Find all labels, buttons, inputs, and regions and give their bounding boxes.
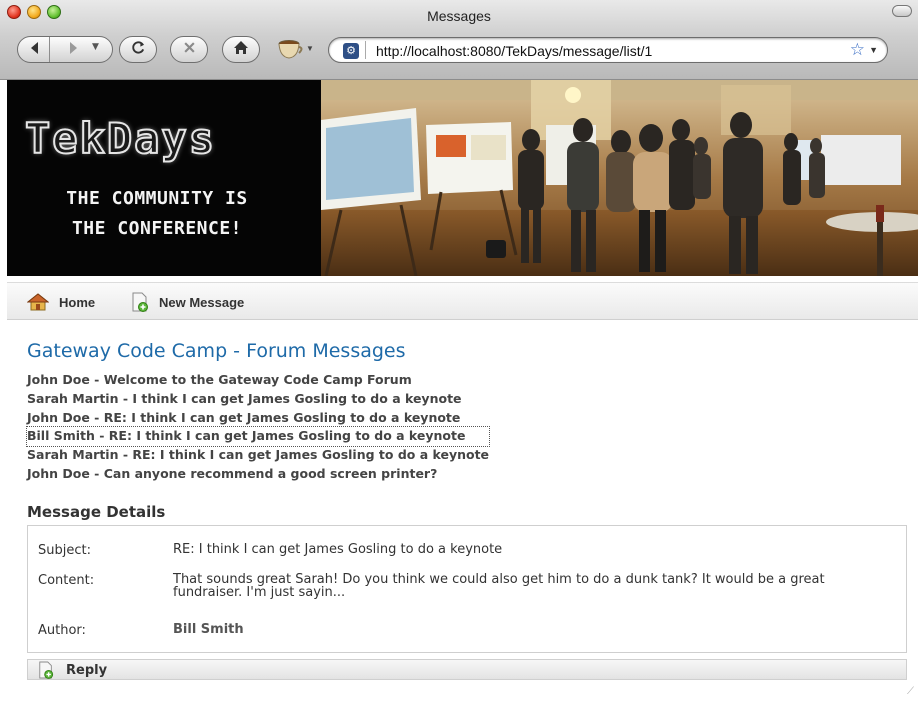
author-label: Author: <box>38 623 86 638</box>
author-value: Bill Smith <box>173 622 244 637</box>
site-logo: TekDays <box>24 113 217 164</box>
star-bookmark-icon[interactable]: ☆ <box>850 40 865 60</box>
message-link[interactable]: Sarah Martin - RE: I think I can get Jam… <box>27 446 489 465</box>
message-link-selected[interactable]: Bill Smith - RE: I think I can get James… <box>25 426 491 448</box>
stop-button[interactable] <box>170 36 208 63</box>
stop-icon <box>183 41 196 58</box>
house-icon <box>27 293 49 311</box>
button-bar: Reply <box>27 659 907 680</box>
url-text[interactable]: http://localhost:8080/TekDays/message/li… <box>376 43 652 59</box>
home-toolbar-button[interactable] <box>222 36 260 63</box>
reply-label: Reply <box>66 662 108 678</box>
message-details-panel: Subject: RE: I think I can get James Gos… <box>27 525 907 653</box>
back-forward-buttons: ▼ <box>17 36 113 63</box>
url-dropdown-icon[interactable]: ▼ <box>869 45 878 55</box>
home-icon <box>233 40 249 59</box>
message-link[interactable]: John Doe - Can anyone recommend a good s… <box>27 465 489 484</box>
window-title: Messages <box>427 8 491 24</box>
reload-button[interactable] <box>119 36 157 63</box>
page-title: Gateway Code Camp - Forum Messages <box>27 340 406 362</box>
nav-new-message-link[interactable]: New Message <box>131 292 244 312</box>
tagline-line-2: THE CONFERENCE! <box>71 218 243 239</box>
tagline-line-1: THE COMMUNITY IS <box>66 188 248 209</box>
reply-page-icon <box>39 661 54 679</box>
content-label: Content: <box>38 573 95 588</box>
content-value: That sounds great Sarah! Do you think we… <box>173 572 825 600</box>
nav-home-link[interactable]: Home <box>27 292 95 312</box>
conference-photo <box>321 80 918 276</box>
app-nav-bar: Home New Message <box>7 282 918 320</box>
subject-value: RE: I think I can get James Gosling to d… <box>173 542 503 557</box>
message-link[interactable]: John Doe - Welcome to the Gateway Code C… <box>27 371 489 390</box>
history-dropdown-icon[interactable]: ▼ <box>92 42 99 52</box>
bookmarks-cup-icon[interactable] <box>277 38 305 60</box>
subject-label: Subject: <box>38 543 91 558</box>
message-details-heading: Message Details <box>27 503 166 521</box>
browser-toolbar: Messages ▼ ▼ ⚙ http://localhost:8080/Tek… <box>0 0 918 80</box>
nav-new-message-label: New Message <box>159 294 245 310</box>
message-list: John Doe - Welcome to the Gateway Code C… <box>25 371 491 484</box>
tagline: THE COMMUNITY IS THE CONFERENCE! <box>7 184 307 244</box>
nav-home-label: Home <box>59 294 96 310</box>
resize-grip-icon[interactable]: ⟋ <box>907 686 914 697</box>
brand-panel: TekDays THE COMMUNITY IS THE CONFERENCE! <box>7 80 321 276</box>
message-link[interactable]: Sarah Martin - I think I can get James G… <box>27 390 489 409</box>
message-link[interactable]: John Doe - RE: I think I can get James G… <box>27 409 489 428</box>
reload-icon <box>131 40 146 59</box>
bookmarks-dropdown-icon[interactable]: ▼ <box>306 44 314 53</box>
site-banner: TekDays THE COMMUNITY IS THE CONFERENCE! <box>7 80 918 276</box>
address-bar[interactable]: ⚙ http://localhost:8080/TekDays/message/… <box>328 37 888 63</box>
new-page-icon <box>132 292 148 312</box>
forward-icon[interactable] <box>66 41 80 59</box>
reply-button[interactable]: Reply <box>38 661 107 679</box>
favicon-icon: ⚙ <box>343 43 359 59</box>
back-icon[interactable] <box>28 41 42 59</box>
toolbar-toggle-button[interactable] <box>892 5 912 17</box>
